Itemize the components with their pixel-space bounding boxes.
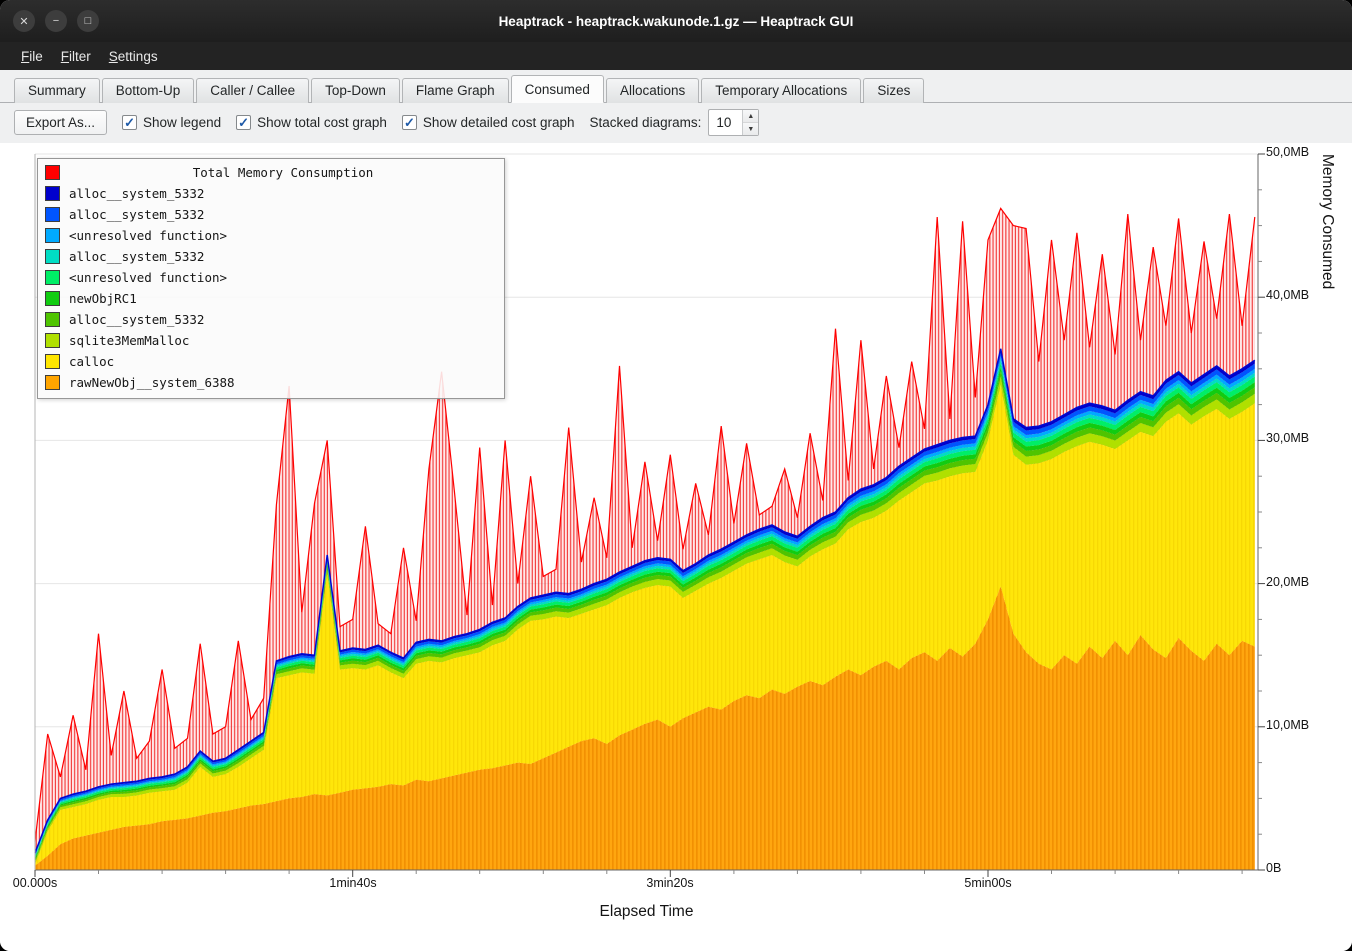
show-legend-checkbox[interactable]: ✓ Show legend: [122, 115, 221, 130]
y-axis-tick-label: 10,0MB: [1266, 718, 1309, 732]
x-axis-tick-label: 1min40s: [293, 876, 413, 890]
y-axis-tick-label: 20,0MB: [1266, 575, 1309, 589]
legend-label: alloc__system_5332: [69, 186, 204, 201]
legend-swatch: [45, 207, 60, 222]
chevron-down-icon: ▼: [747, 126, 754, 133]
legend-swatch: [45, 186, 60, 201]
x-axis-tick-label: 3min20s: [610, 876, 730, 890]
chart-legend: Total Memory Consumption alloc__system_5…: [37, 158, 505, 399]
legend-label: alloc__system_5332: [69, 249, 204, 264]
close-icon: ✕: [19, 15, 28, 28]
legend-swatch: [45, 354, 60, 369]
stacked-diagrams-spinbox: 10 ▲ ▼: [708, 109, 759, 136]
y-axis-tick-label: 0B: [1266, 861, 1281, 875]
minimize-button[interactable]: −: [45, 10, 67, 32]
y-axis-tick-label: 50,0MB: [1266, 145, 1309, 159]
legend-title-row: Total Memory Consumption: [45, 162, 497, 183]
show-detailed-cost-label: Show detailed cost graph: [423, 115, 575, 130]
legend-label: rawNewObj__system_6388: [69, 375, 235, 390]
legend-item: sqlite3MemMalloc: [45, 330, 497, 351]
x-axis-tick-label: 00.000s: [0, 876, 95, 890]
x-axis-tick-label: 5min00s: [928, 876, 1048, 890]
legend-title: Total Memory Consumption: [69, 165, 497, 180]
window-controls: ✕ − □: [13, 10, 99, 32]
application-window: ✕ − □ Heaptrack - heaptrack.wakunode.1.g…: [0, 0, 1352, 951]
close-button[interactable]: ✕: [13, 10, 35, 32]
tab-bottom-up[interactable]: Bottom-Up: [102, 78, 195, 103]
menu-file[interactable]: File: [12, 45, 52, 68]
window-title: Heaptrack - heaptrack.wakunode.1.gz — He…: [0, 14, 1352, 29]
legend-item: calloc: [45, 351, 497, 372]
legend-label: <unresolved function>: [69, 270, 227, 285]
tab-summary[interactable]: Summary: [14, 78, 100, 103]
legend-label: <unresolved function>: [69, 228, 227, 243]
show-legend-label: Show legend: [143, 115, 221, 130]
tab-allocations[interactable]: Allocations: [606, 78, 699, 103]
legend-swatch: [45, 375, 60, 390]
chart-area: Total Memory Consumption alloc__system_5…: [0, 143, 1352, 951]
menu-filter[interactable]: Filter: [52, 45, 100, 68]
tab-sizes[interactable]: Sizes: [863, 78, 924, 103]
y-axis-tick-label: 30,0MB: [1266, 431, 1309, 445]
spin-up-button[interactable]: ▲: [743, 110, 758, 122]
tab-consumed[interactable]: Consumed: [511, 75, 604, 103]
tab-temporary-allocations[interactable]: Temporary Allocations: [701, 78, 861, 103]
legend-item: newObjRC1: [45, 288, 497, 309]
show-total-cost-label: Show total cost graph: [257, 115, 387, 130]
legend-item: alloc__system_5332: [45, 246, 497, 267]
legend-label: calloc: [69, 354, 114, 369]
legend-swatch: [45, 312, 60, 327]
legend-item: <unresolved function>: [45, 267, 497, 288]
legend-label: alloc__system_5332: [69, 312, 204, 327]
legend-swatch: [45, 270, 60, 285]
tab-caller-callee[interactable]: Caller / Callee: [196, 78, 309, 103]
tab-bar: SummaryBottom-UpCaller / CalleeTop-DownF…: [0, 70, 1352, 103]
export-as-button[interactable]: Export As...: [14, 110, 107, 135]
checkbox-check-icon: ✓: [402, 115, 417, 130]
legend-swatch: [45, 291, 60, 306]
legend-swatch: [45, 228, 60, 243]
y-axis-title: Memory Consumed: [1318, 154, 1336, 870]
show-detailed-cost-checkbox[interactable]: ✓ Show detailed cost graph: [402, 115, 575, 130]
chevron-up-icon: ▲: [747, 113, 754, 120]
tab-top-down[interactable]: Top-Down: [311, 78, 400, 103]
legend-swatch: [45, 249, 60, 264]
legend-label: sqlite3MemMalloc: [69, 333, 189, 348]
stacked-diagrams-value[interactable]: 10: [709, 110, 742, 135]
legend-item: rawNewObj__system_6388: [45, 372, 497, 393]
legend-label: newObjRC1: [69, 291, 137, 306]
titlebar: ✕ − □ Heaptrack - heaptrack.wakunode.1.g…: [0, 0, 1352, 42]
toolbar: Export As... ✓ Show legend ✓ Show total …: [0, 103, 1352, 143]
legend-item: alloc__system_5332: [45, 183, 497, 204]
maximize-button[interactable]: □: [77, 10, 99, 32]
legend-label: alloc__system_5332: [69, 207, 204, 222]
legend-item: <unresolved function>: [45, 225, 497, 246]
maximize-icon: □: [85, 15, 92, 27]
legend-swatch: [45, 333, 60, 348]
stacked-diagrams-label: Stacked diagrams:: [590, 115, 702, 130]
tab-flame-graph[interactable]: Flame Graph: [402, 78, 509, 103]
menu-bar: File Filter Settings: [0, 42, 1352, 70]
legend-title-swatch: [45, 165, 60, 180]
x-axis-title: Elapsed Time: [35, 903, 1258, 921]
spin-down-button[interactable]: ▼: [743, 122, 758, 135]
legend-item: alloc__system_5332: [45, 309, 497, 330]
show-total-cost-checkbox[interactable]: ✓ Show total cost graph: [236, 115, 387, 130]
minimize-icon: −: [53, 15, 59, 27]
y-axis-tick-label: 40,0MB: [1266, 288, 1309, 302]
checkbox-check-icon: ✓: [122, 115, 137, 130]
checkbox-check-icon: ✓: [236, 115, 251, 130]
menu-settings[interactable]: Settings: [100, 45, 167, 68]
legend-item: alloc__system_5332: [45, 204, 497, 225]
